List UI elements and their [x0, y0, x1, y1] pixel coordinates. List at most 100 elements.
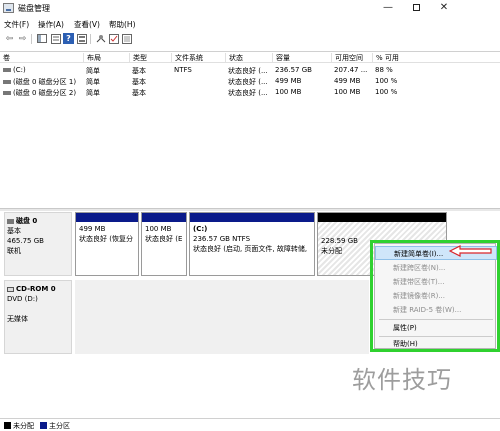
disk-management-icon [3, 3, 14, 13]
cell-capacity: 100 MB [275, 88, 302, 96]
menu-bar: 文件(F) 操作(A) 查看(V) 帮助(H) [0, 16, 500, 31]
partition-size: 100 MB [145, 225, 172, 233]
minimize-button[interactable]: — [374, 0, 402, 16]
volume-icon [3, 91, 11, 95]
cell-status: 状态良好 (... [228, 67, 268, 75]
partition-recovery[interactable]: 499 MB 状态良好 (恢复分 [75, 212, 139, 276]
check-icon[interactable] [108, 33, 119, 44]
cell-percent-free: 100 % [375, 88, 398, 96]
cdrom-0-info[interactable]: CD-ROM 0 DVD (D:) 无媒体 [4, 280, 72, 354]
forward-icon[interactable]: ⇨ [17, 33, 28, 44]
menu-view[interactable]: 查看(V) [74, 19, 100, 30]
cell-layout: 简单 [86, 89, 100, 97]
cell-capacity: 236.57 GB [275, 66, 312, 74]
partition-status: 状态良好 (启动, 页面文件, 故障转储, [193, 245, 308, 253]
watermark: 软件技巧 [352, 366, 452, 394]
cell-volume: (C:) [13, 66, 26, 74]
partition-c[interactable]: (C:) 236.57 GB NTFS 状态良好 (启动, 页面文件, 故障转储… [189, 212, 315, 276]
cell-percent-free: 88 % [375, 66, 393, 74]
connect-icon[interactable] [95, 33, 106, 44]
column-header-free-space[interactable]: 可用空间 [331, 53, 363, 63]
cell-type: 基本 [132, 89, 146, 97]
title-bar: 磁盘管理 — ✕ [0, 0, 500, 16]
console-tree-icon[interactable] [36, 33, 47, 44]
cdrom-media-area[interactable] [75, 280, 369, 354]
menu-file[interactable]: 文件(F) [4, 19, 29, 30]
settings-icon[interactable] [121, 33, 132, 44]
cdrom-type: DVD (D:) [7, 295, 38, 303]
column-header-filesystem[interactable]: 文件系统 [171, 53, 203, 63]
column-header-capacity[interactable]: 容量 [272, 53, 290, 63]
toolbar-separator [90, 34, 91, 44]
cell-free-space: 207.47 ... [334, 66, 368, 74]
legend-primary-label: 主分区 [49, 422, 70, 430]
partition-size: 499 MB [79, 225, 106, 233]
new-raid5-volume-item[interactable]: 新建 RAID-5 卷(W)... [375, 303, 497, 317]
partition-status: 状态良好 (恢复分 [79, 235, 133, 243]
column-header-status[interactable]: 状态 [225, 53, 243, 63]
unallocated-bar [318, 213, 446, 222]
cell-layout: 简单 [86, 78, 100, 86]
primary-partition-bar [190, 213, 314, 222]
cell-status: 状态良好 (... [228, 78, 268, 86]
cell-volume: (磁盘 0 磁盘分区 1) [13, 78, 77, 86]
menu-help[interactable]: 帮助(H) [109, 19, 136, 30]
column-header-type[interactable]: 类型 [129, 53, 147, 63]
column-header-volume[interactable]: 卷 [0, 53, 10, 63]
help-item[interactable]: 帮助(H) [375, 337, 497, 351]
legend-unallocated-swatch [4, 422, 11, 429]
cell-capacity: 499 MB [275, 77, 302, 85]
cell-filesystem: NTFS [174, 66, 192, 74]
legend: 未分配 主分区 [0, 418, 500, 431]
disk-size: 465.75 GB [7, 237, 44, 245]
disk-name: 磁盘 0 [16, 217, 38, 225]
partition-size: 236.57 GB NTFS [193, 235, 251, 243]
cell-layout: 简单 [86, 67, 100, 75]
disk-icon [7, 218, 14, 224]
table-row[interactable]: (磁盘 0 磁盘分区 2) 简单 基本 状态良好 (... 100 MB 100… [0, 87, 500, 98]
window-title: 磁盘管理 [18, 4, 50, 13]
volume-icon [3, 80, 11, 84]
new-mirrored-volume-item[interactable]: 新建镜像卷(R)... [375, 289, 497, 303]
cell-status: 状态良好 (... [228, 89, 268, 97]
volume-icon [3, 68, 11, 72]
primary-partition-bar [76, 213, 138, 222]
disk-type: 基本 [7, 227, 21, 235]
toolbar: ⇦ ⇨ ? [0, 31, 500, 47]
legend-primary-swatch [40, 422, 47, 429]
primary-partition-bar [142, 213, 186, 222]
cdrom-status: 无媒体 [7, 315, 28, 323]
cell-volume: (磁盘 0 磁盘分区 2) [13, 89, 77, 97]
volume-list: 卷 布局 类型 文件系统 状态 容量 可用空间 % 可用 (C:) 简单 基本 … [0, 51, 500, 209]
menu-separator [379, 319, 493, 320]
cell-type: 基本 [132, 67, 146, 75]
properties-icon[interactable] [50, 33, 61, 44]
volume-list-header: 卷 布局 类型 文件系统 状态 容量 可用空间 % 可用 [0, 52, 500, 63]
column-header-percent-free[interactable]: % 可用 [372, 53, 399, 63]
help-icon[interactable]: ? [63, 33, 74, 44]
new-spanned-volume-item[interactable]: 新建跨区卷(N)... [375, 261, 497, 275]
cdrom-name: CD-ROM 0 [16, 285, 56, 293]
cell-free-space: 499 MB [334, 77, 361, 85]
partition-efi[interactable]: 100 MB 状态良好 (E [141, 212, 187, 276]
properties-item[interactable]: 属性(P) [375, 321, 497, 335]
menu-action[interactable]: 操作(A) [38, 19, 64, 30]
toolbar-separator [31, 34, 32, 44]
partition-label: (C:) [193, 225, 208, 233]
table-row[interactable]: (C:) 简单 基本 NTFS 状态良好 (... 236.57 GB 207.… [0, 65, 500, 76]
cdrom-icon [7, 286, 14, 292]
maximize-icon [412, 3, 420, 11]
table-row[interactable]: (磁盘 0 磁盘分区 1) 简单 基本 状态良好 (... 499 MB 499… [0, 76, 500, 87]
column-header-layout[interactable]: 布局 [83, 53, 101, 63]
partition-status: 状态良好 (E [145, 235, 183, 243]
cell-free-space: 100 MB [334, 88, 361, 96]
new-striped-volume-item[interactable]: 新建带区卷(T)... [375, 275, 497, 289]
pane-splitter[interactable] [0, 208, 500, 211]
cell-percent-free: 100 % [375, 77, 398, 85]
back-icon[interactable]: ⇦ [4, 33, 15, 44]
context-menu: 新建简单卷(I)... 新建跨区卷(N)... 新建带区卷(T)... 新建镜像… [374, 243, 497, 351]
list-view-icon[interactable] [76, 33, 87, 44]
disk-0-info[interactable]: 磁盘 0 基本 465.75 GB 联机 [4, 212, 72, 276]
close-button[interactable]: ✕ [430, 0, 458, 16]
maximize-button[interactable] [402, 0, 430, 16]
